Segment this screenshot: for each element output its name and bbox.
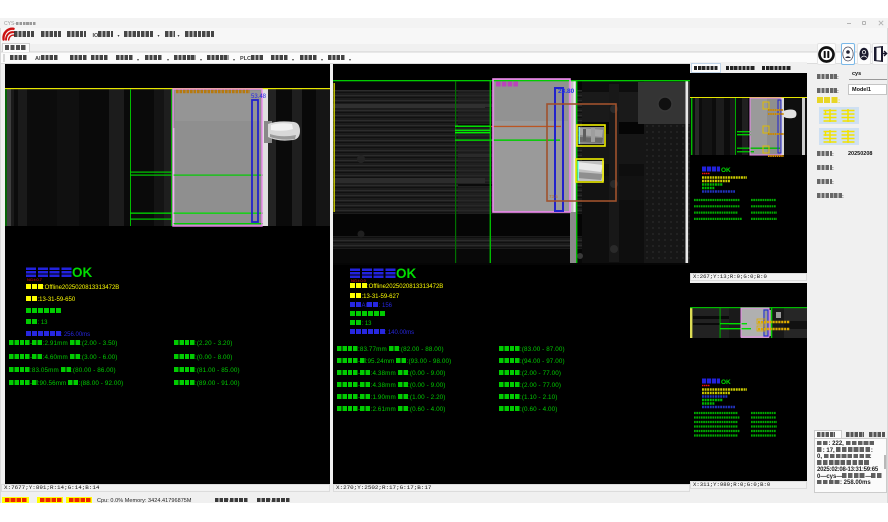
svg-text:23.80: 23.80 (558, 88, 575, 95)
svg-text:OK: OK (721, 379, 731, 386)
svg-text:OK: OK (721, 167, 731, 174)
svg-text:53.48: 53.48 (251, 94, 267, 100)
svg-text:73.5: 73.5 (549, 194, 558, 199)
